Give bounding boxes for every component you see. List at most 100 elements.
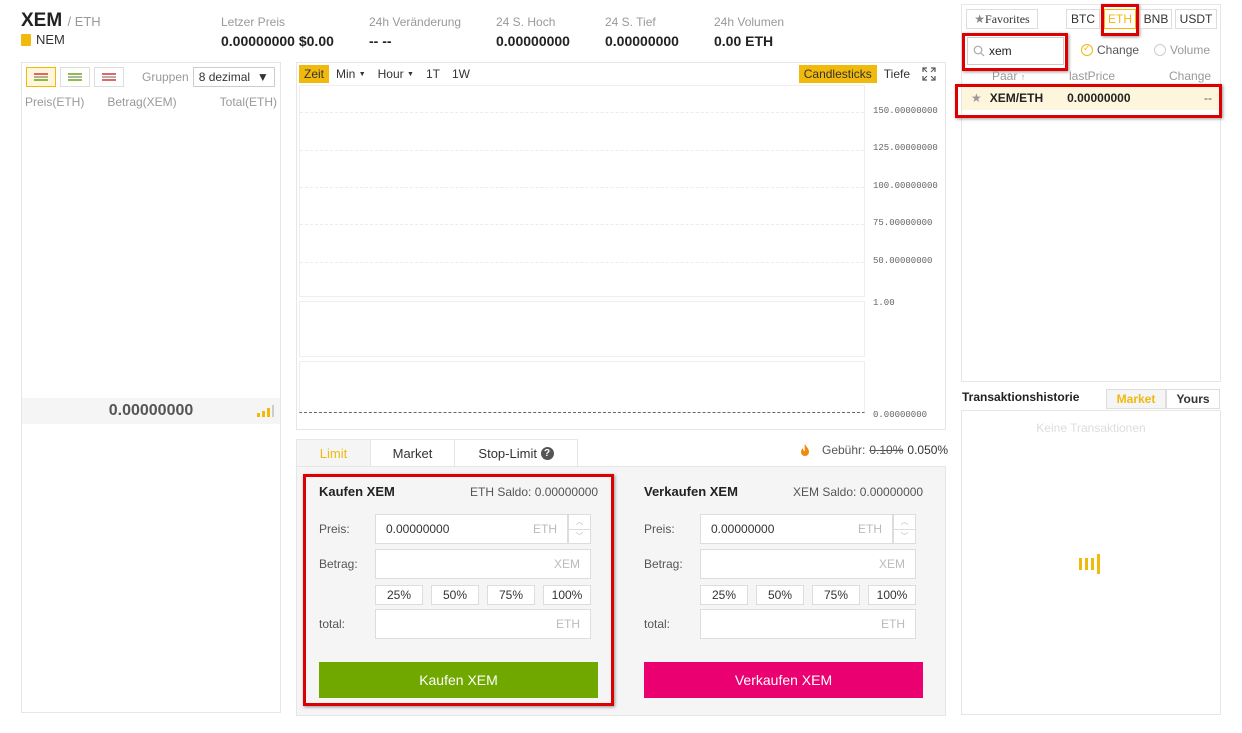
grid-line [300, 224, 864, 225]
stat-label: 24 S. Tief [605, 15, 656, 29]
stat-label: 24h Volumen [714, 15, 785, 29]
market-tab-btc[interactable]: BTC [1066, 9, 1100, 29]
stat-label: 24 S. Hoch [496, 15, 556, 29]
search-highlight [962, 33, 1068, 71]
eth-tab-highlight [1101, 4, 1139, 36]
col-pair[interactable]: Paar ↑ [992, 69, 1025, 83]
stat-last-price: Letzer Preis 0.00000000 $0.00 [221, 15, 334, 49]
sort-change-radio[interactable]: Change [1081, 43, 1139, 57]
volume-chart-area[interactable] [299, 301, 865, 357]
loading-bars-icon [1079, 554, 1100, 574]
sell-pct-100-button[interactable]: 100% [868, 585, 916, 605]
col-total: Total(ETH) [219, 95, 277, 109]
buy-pct-50-button[interactable]: 50% [431, 585, 479, 605]
buy-total-unit: ETH [556, 617, 580, 631]
view-asks-button[interactable] [94, 67, 124, 87]
buy-amount-unit: XEM [553, 557, 580, 571]
interval-min-button[interactable]: Min ▼ [331, 65, 371, 83]
fee-info: Gebühr: 0.10% 0.050% [798, 443, 948, 457]
history-panel: Keine Transaktionen [961, 410, 1221, 715]
stat-24h-volume: 24h Volumen 0.00 ETH [714, 15, 784, 49]
view-both-button[interactable] [26, 67, 56, 87]
tab-limit[interactable]: Limit [296, 439, 371, 467]
sell-price-stepper[interactable]: ︿ ﹀ [893, 514, 916, 544]
interval-zeit-button[interactable]: Zeit [299, 65, 330, 83]
help-icon[interactable]: ? [540, 447, 554, 460]
buy-pct-25-button[interactable]: 25% [375, 585, 423, 605]
buy-balance: ETH Saldo: 0.00000000 [470, 485, 599, 499]
sell-pct-75-button[interactable]: 75% [812, 585, 860, 605]
buy-title: Kaufen XEM [319, 484, 395, 499]
stat-label: Letzer Preis [221, 15, 286, 29]
radio-checked-icon [1081, 43, 1093, 56]
price-chart-area[interactable] [299, 85, 865, 297]
candlesticks-button[interactable]: Candlesticks [798, 65, 877, 83]
indicator-chart-area[interactable] [299, 361, 865, 413]
sell-pct-25-button[interactable]: 25% [700, 585, 748, 605]
col-change[interactable]: Change [1169, 69, 1211, 83]
groups-select[interactable]: 8 dezimal ▼ [192, 67, 275, 87]
sell-amount-input[interactable]: XEM [700, 549, 916, 579]
sell-pct-50-button[interactable]: 50% [756, 585, 804, 605]
radio-change-label: Change [1097, 43, 1140, 57]
caret-down-icon: ▼ [407, 70, 414, 78]
orderbook-mid-price: 0.00000000 [22, 398, 280, 424]
buy-price-input[interactable]: 0.00000000 ETH [375, 514, 568, 544]
interval-hour-button[interactable]: Hour ▼ [373, 65, 419, 83]
sell-price-input[interactable]: 0.00000000 ETH [700, 514, 893, 544]
col-pair-label: Paar [992, 69, 1018, 83]
chevron-down-icon[interactable]: ﹀ [894, 530, 915, 544]
fire-icon [801, 444, 809, 456]
interval-min-label: Min [336, 67, 356, 81]
fullscreen-button[interactable] [917, 65, 941, 83]
groups-label: Gruppen [142, 70, 189, 84]
buy-button[interactable]: Kaufen XEM [319, 662, 598, 698]
history-empty: Keine Transaktionen [1036, 421, 1146, 435]
interval-1t-button[interactable]: 1T [421, 65, 445, 83]
buy-total-label: total: [319, 617, 346, 631]
buy-pct-100-button[interactable]: 100% [543, 585, 591, 605]
sell-total-label: total: [644, 617, 671, 631]
market-tab-usdt[interactable]: USDT [1175, 9, 1217, 29]
history-tab-yours[interactable]: Yours [1166, 389, 1220, 409]
sell-total-input[interactable]: ETH [700, 609, 916, 639]
history-tab-market[interactable]: Market [1106, 389, 1166, 409]
buy-price-unit: ETH [533, 522, 557, 536]
chevron-up-icon[interactable]: ︿ [569, 515, 590, 530]
mid-price-value: 0.00000000 [108, 402, 194, 419]
sell-price-unit: ETH [858, 522, 882, 536]
grid-line [300, 150, 864, 151]
y-tick: 125.00000000 [873, 143, 938, 153]
sell-total-unit: ETH [881, 617, 905, 631]
sell-button[interactable]: Verkaufen XEM [644, 662, 923, 698]
chart-toolbar-right: Candlesticks Tiefe [798, 64, 941, 84]
view-asks-icon [102, 73, 116, 81]
buy-amount-input[interactable]: XEM [375, 549, 591, 579]
buy-total-input[interactable]: ETH [375, 609, 591, 639]
interval-hour-label: Hour [377, 67, 404, 81]
y-tick-volume: 1.00 [873, 298, 895, 308]
view-both-icon [34, 73, 48, 81]
buy-pct-75-button[interactable]: 75% [487, 585, 535, 605]
view-bids-button[interactable] [60, 67, 90, 87]
tab-stop-limit[interactable]: Stop-Limit ? [454, 439, 578, 467]
interval-1w-button[interactable]: 1W [447, 65, 475, 83]
depth-button[interactable]: Tiefe [879, 65, 915, 83]
buy-price-stepper[interactable]: ︿ ﹀ [568, 514, 591, 544]
favorites-tab[interactable]: ★ Favorites [966, 9, 1038, 29]
sort-volume-radio[interactable]: Volume [1154, 43, 1210, 57]
col-price: Preis(ETH) [25, 95, 85, 109]
stat-value: 0.00000000 [605, 33, 679, 49]
stat-24h-high: 24 S. Hoch 0.00000000 [496, 15, 570, 49]
chart-toolbar-left: Zeit Min ▼ Hour ▼ 1T 1W [299, 64, 475, 84]
stat-value: 0.00000000 [496, 33, 570, 49]
tab-market[interactable]: Market [370, 439, 455, 467]
y-tick-bottom: 0.00000000 [873, 410, 928, 420]
col-last-price[interactable]: lastPrice [1069, 69, 1115, 83]
chevron-down-icon[interactable]: ﹀ [569, 530, 590, 544]
quote-symbol: / ETH [67, 14, 101, 29]
sell-balance: XEM Saldo: 0.00000000 [793, 485, 924, 499]
chevron-up-icon[interactable]: ︿ [894, 515, 915, 530]
y-tick: 100.00000000 [873, 181, 938, 191]
market-tab-bnb[interactable]: BNB [1140, 9, 1172, 29]
